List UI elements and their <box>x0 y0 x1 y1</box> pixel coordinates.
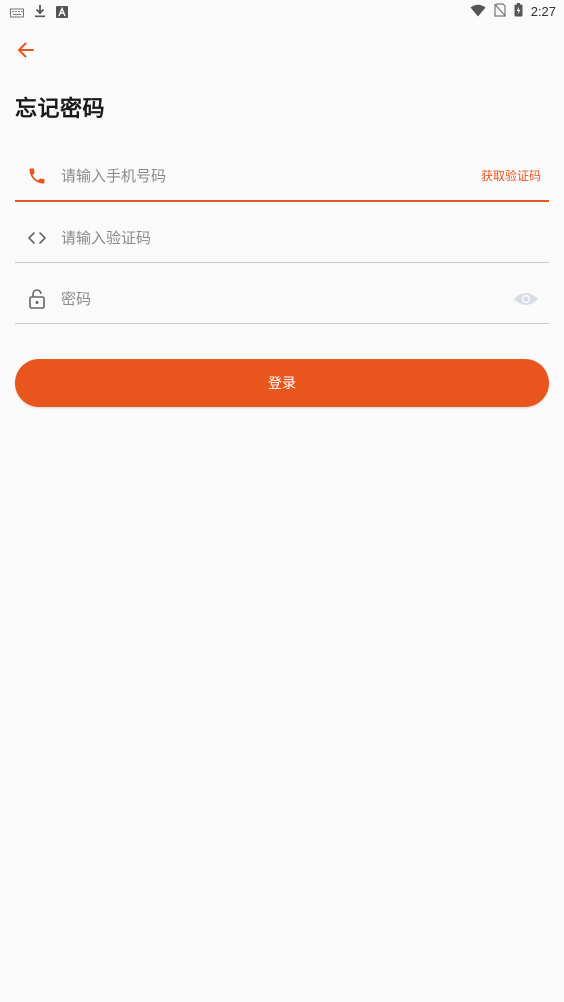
get-code-button[interactable]: 获取验证码 <box>481 167 541 184</box>
code-input[interactable] <box>61 224 461 252</box>
lock-icon <box>26 288 48 310</box>
status-time: 2:27 <box>530 4 556 19</box>
keyboard-icon <box>10 3 24 22</box>
code-field-row <box>15 212 549 263</box>
download-icon <box>34 3 46 22</box>
password-input[interactable] <box>61 285 461 313</box>
status-bar: 2:27 <box>0 0 564 24</box>
forgot-password-screen: 2:27 忘记密码 获取验证码 <box>0 0 564 1002</box>
phone-field-row: 获取验证码 <box>15 150 549 202</box>
phone-input[interactable] <box>61 162 461 190</box>
no-sim-icon <box>493 2 506 21</box>
phone-icon <box>26 165 48 187</box>
code-brackets-icon <box>26 227 48 249</box>
status-bar-right: 2:27 <box>470 2 556 21</box>
status-bar-left <box>10 3 68 22</box>
arrow-left-icon <box>18 42 34 58</box>
eye-icon[interactable] <box>513 289 539 309</box>
wifi-icon <box>470 2 486 21</box>
page-title: 忘记密码 <box>15 97 106 122</box>
app-a-icon <box>56 3 68 22</box>
battery-icon <box>514 2 523 21</box>
password-field-row <box>15 273 549 324</box>
back-button[interactable] <box>12 36 40 64</box>
login-button[interactable]: 登录 <box>15 359 549 407</box>
